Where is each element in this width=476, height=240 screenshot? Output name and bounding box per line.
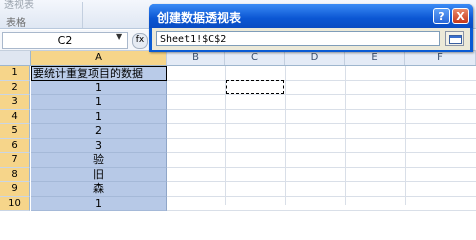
cell-a5[interactable]: 2 [31, 124, 167, 139]
cell-a6[interactable]: 3 [31, 138, 167, 153]
empty-cells[interactable] [167, 81, 476, 95]
help-button[interactable]: ? [433, 8, 450, 24]
column-header-d[interactable]: D [285, 51, 345, 65]
column-header-e[interactable]: E [345, 51, 405, 65]
range-reference-input[interactable]: Sheet1!$C$2 [156, 31, 440, 46]
table-row: 6 3 [0, 138, 476, 153]
ribbon-partial-label: 透视表 [4, 0, 34, 11]
empty-cells[interactable] [167, 168, 476, 182]
empty-cells[interactable] [167, 153, 476, 168]
expand-dialog-button[interactable] [445, 31, 464, 46]
cell-a8[interactable]: 旧 [31, 167, 167, 182]
name-box-value: C2 [57, 34, 73, 47]
row-header[interactable]: 4 [0, 109, 30, 124]
row-header[interactable]: 1 [0, 66, 30, 81]
cell-a3[interactable]: 1 [31, 95, 167, 110]
table-row: 7 验 [0, 153, 476, 168]
column-header-a[interactable]: A [31, 51, 167, 65]
column-header-c[interactable]: C [225, 51, 285, 65]
cell-a7[interactable]: 验 [31, 153, 167, 168]
row-header[interactable]: 7 [0, 153, 30, 168]
selection-marquee [226, 80, 284, 94]
row-header[interactable]: 9 [0, 182, 30, 197]
expand-dialog-icon [449, 35, 462, 44]
ribbon-group-label: 表格 [6, 18, 26, 29]
empty-cells[interactable] [167, 95, 476, 110]
row-header[interactable]: 6 [0, 138, 30, 153]
empty-cells[interactable] [167, 182, 476, 197]
column-headers: A B C D E F [0, 51, 476, 66]
cell-a1[interactable]: 要统计重复项目的数据 [31, 66, 167, 81]
insert-function-button[interactable]: fx [132, 33, 148, 49]
cell-a4[interactable]: 1 [31, 109, 167, 124]
cell-a2[interactable]: 1 [31, 80, 167, 95]
cell-a9[interactable]: 森 [31, 182, 167, 197]
table-row: 10 1 [0, 196, 476, 211]
empty-cells[interactable] [167, 66, 476, 81]
empty-cells[interactable] [167, 124, 476, 139]
column-header-b[interactable]: B [167, 51, 225, 65]
empty-cells[interactable] [167, 110, 476, 124]
question-icon: ? [438, 10, 445, 23]
close-icon: X [456, 10, 465, 23]
ribbon-separator [82, 2, 83, 28]
column-header-f[interactable]: F [405, 51, 476, 65]
row-header[interactable]: 8 [0, 167, 30, 182]
cell-a10[interactable]: 1 [31, 196, 167, 211]
row-header[interactable]: 2 [0, 80, 30, 95]
table-row: 1 要统计重复项目的数据 [0, 66, 476, 81]
empty-cells[interactable] [167, 197, 476, 211]
table-row: 5 2 [0, 124, 476, 139]
empty-cells[interactable] [167, 139, 476, 153]
row-header[interactable]: 5 [0, 124, 30, 139]
table-row: 4 1 [0, 109, 476, 124]
dialog-title: 创建数据透视表 [157, 11, 242, 25]
name-box[interactable]: C2 [2, 32, 128, 49]
chevron-down-icon[interactable]: ▼ [116, 32, 122, 41]
fx-label: fx [135, 35, 145, 45]
close-button[interactable]: X [452, 8, 469, 24]
table-row: 9 森 [0, 182, 476, 197]
row-header[interactable]: 3 [0, 95, 30, 110]
table-row: 8 旧 [0, 167, 476, 182]
table-row: 3 1 [0, 95, 476, 110]
dialog-body: Sheet1!$C$2 [152, 28, 470, 50]
dialog-title-bar[interactable]: 创建数据透视表 ? X [149, 4, 473, 28]
row-header[interactable]: 10 [0, 196, 30, 211]
select-all-corner[interactable] [0, 51, 31, 65]
create-pivottable-dialog: 创建数据透视表 ? X Sheet1!$C$2 [149, 4, 473, 52]
